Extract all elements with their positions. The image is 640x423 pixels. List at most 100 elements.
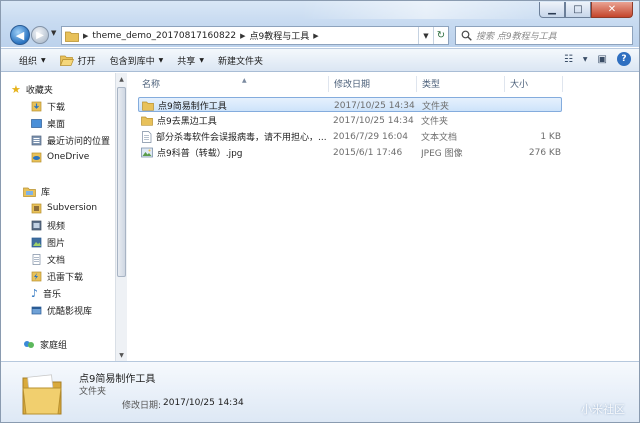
file-size: 276 KB bbox=[528, 147, 561, 158]
scroll-up-button[interactable]: ▲ bbox=[116, 73, 127, 85]
breadcrumb-item[interactable]: theme_demo_20170817160822 bbox=[92, 31, 236, 41]
library-icon bbox=[23, 187, 36, 197]
navigation-pane: ★ 收藏夹 下载 桌面 最近访问的位置 OneDrive 库 Subversio… bbox=[1, 73, 127, 361]
navigation-pane-scrollbar[interactable]: ▲ ▼ bbox=[115, 73, 127, 361]
selected-item-name: 点9简易制作工具 bbox=[79, 374, 156, 385]
column-header-name[interactable]: 名称 ▲ bbox=[142, 77, 247, 93]
file-type: JPEG 图像 bbox=[421, 149, 463, 159]
refresh-icon[interactable]: ↻ bbox=[433, 27, 448, 44]
nav-item-label: 视频 bbox=[47, 221, 66, 232]
maximize-button[interactable]: □ bbox=[565, 2, 591, 18]
desktop-icon bbox=[31, 118, 42, 128]
column-divider[interactable] bbox=[562, 76, 563, 92]
text-file-icon bbox=[142, 130, 152, 143]
chevron-down-icon: ▼ bbox=[41, 56, 46, 64]
view-options-icon[interactable]: ☷ bbox=[564, 54, 573, 65]
breadcrumb-item-current[interactable]: 点9教程与工具 bbox=[250, 29, 310, 42]
open-label: 打开 bbox=[77, 56, 96, 67]
breadcrumb-separator[interactable]: ▶ bbox=[313, 32, 318, 40]
nav-item-youku-library[interactable]: 优酷影视库 bbox=[31, 302, 92, 318]
search-box[interactable]: 搜索 点9教程与工具 bbox=[455, 26, 633, 45]
file-row[interactable]: 部分杀毒软件会误报病毒，请不用担心，... 2016/7/29 16:04 文本… bbox=[138, 129, 562, 144]
include-in-library-label: 包含到库中 bbox=[109, 56, 155, 67]
nav-item-label: 最近访问的位置 bbox=[47, 136, 111, 147]
nav-item-label: Subversion bbox=[47, 203, 98, 213]
breadcrumb-separator[interactable]: ▶ bbox=[240, 32, 245, 40]
nav-favorites[interactable]: ★ 收藏夹 bbox=[11, 81, 53, 97]
file-date: 2016/7/29 16:04 bbox=[333, 131, 408, 142]
file-size bbox=[512, 98, 562, 113]
new-folder-label: 新建文件夹 bbox=[217, 56, 263, 67]
picture-library-icon bbox=[31, 237, 42, 247]
close-button[interactable]: ✕ bbox=[591, 2, 633, 18]
file-row-selected[interactable]: 点9简易制作工具 2017/10/25 14:34 文件夹 bbox=[138, 97, 562, 112]
explorer-window: ▁ □ ✕ ◀ ▶ ▼ ▶ theme_demo_20170817160822 … bbox=[0, 0, 640, 423]
share-button[interactable]: 共享 ▼ bbox=[177, 54, 204, 67]
column-header-name-label: 名称 bbox=[142, 80, 161, 90]
file-name: 点9科普（转载）.jpg bbox=[157, 149, 243, 159]
file-name: 点9简易制作工具 bbox=[158, 102, 227, 112]
details-pane: 点9简易制作工具 文件夹 修改日期: 2017/10/25 14:34 小米社区 bbox=[1, 361, 639, 422]
scroll-down-button[interactable]: ▼ bbox=[116, 349, 127, 361]
nav-item-recent-places[interactable]: 最近访问的位置 bbox=[31, 132, 110, 148]
file-name: 点9去黑边工具 bbox=[157, 117, 217, 127]
nav-homegroup[interactable]: 家庭组 bbox=[23, 336, 67, 352]
nav-item-desktop[interactable]: 桌面 bbox=[31, 115, 65, 131]
video-library-icon bbox=[31, 220, 42, 230]
title-bar-reflection bbox=[301, 1, 551, 19]
file-row[interactable]: 点9去黑边工具 2017/10/25 14:34 文件夹 bbox=[138, 113, 562, 128]
column-header-size[interactable]: 大小 bbox=[510, 77, 528, 93]
nav-item-onedrive[interactable]: OneDrive bbox=[31, 149, 89, 165]
file-name-cell: 点9去黑边工具 bbox=[141, 113, 331, 128]
breadcrumb-separator[interactable]: ▶ bbox=[83, 32, 88, 40]
column-divider[interactable] bbox=[416, 76, 417, 92]
nav-item-documents[interactable]: 文档 bbox=[31, 251, 65, 267]
nav-item-subversion[interactable]: Subversion bbox=[31, 200, 97, 216]
column-header-type[interactable]: 类型 bbox=[422, 77, 440, 93]
window-controls: ▁ □ ✕ bbox=[539, 2, 633, 18]
include-in-library-button[interactable]: 包含到库中 ▼ bbox=[110, 54, 164, 67]
open-button[interactable]: 打开 bbox=[59, 54, 96, 67]
file-size: 1 KB bbox=[540, 131, 561, 142]
file-name-cell: 点9科普（转载）.jpg bbox=[141, 145, 331, 160]
file-size bbox=[511, 113, 561, 128]
file-name-cell: 点9简易制作工具 bbox=[142, 98, 332, 113]
nav-item-videos[interactable]: 视频 bbox=[31, 217, 65, 233]
nav-item-downloads[interactable]: 下载 bbox=[31, 98, 65, 114]
file-type: 文件夹 bbox=[421, 117, 449, 127]
view-options-dropdown[interactable]: ▼ bbox=[583, 56, 588, 63]
recent-pages-dropdown[interactable]: ▼ bbox=[51, 29, 56, 37]
column-divider[interactable] bbox=[504, 76, 505, 92]
nav-homegroup-label: 家庭组 bbox=[40, 340, 68, 351]
folder-icon bbox=[141, 116, 153, 126]
nav-item-thunder-downloads[interactable]: 迅雷下载 bbox=[31, 268, 83, 284]
command-bar: 组织 ▼ 打开 包含到库中 ▼ 共享 ▼ 新建文件夹 ☷ ▼ ▣ ? bbox=[1, 48, 639, 72]
back-button[interactable]: ◀ bbox=[10, 25, 30, 45]
organize-button[interactable]: 组织 ▼ bbox=[19, 54, 46, 67]
preview-pane-icon[interactable]: ▣ bbox=[598, 54, 607, 65]
nav-item-label: 优酷影视库 bbox=[47, 306, 93, 317]
file-type: 文本文档 bbox=[421, 133, 458, 143]
nav-libraries[interactable]: 库 bbox=[23, 183, 50, 199]
image-file-icon bbox=[141, 147, 153, 158]
address-bar[interactable]: ▶ theme_demo_20170817160822 ▶ 点9教程与工具 ▶ … bbox=[61, 26, 449, 45]
file-row[interactable]: 点9科普（转载）.jpg 2015/6/1 17:46 JPEG 图像 276 … bbox=[138, 145, 562, 160]
nav-item-pictures[interactable]: 图片 bbox=[31, 234, 65, 250]
forward-button[interactable]: ▶ bbox=[31, 26, 49, 44]
minimize-button[interactable]: ▁ bbox=[539, 2, 565, 18]
file-list-pane: 名称 ▲ 修改日期 类型 大小 点9简易制作工具 2017/10/25 14:3… bbox=[128, 73, 639, 361]
column-divider[interactable] bbox=[328, 76, 329, 92]
modified-date-label: 修改日期: bbox=[122, 401, 162, 411]
title-bar[interactable]: ▁ □ ✕ ◀ ▶ ▼ ▶ theme_demo_20170817160822 … bbox=[1, 1, 639, 47]
scrollbar-thumb[interactable] bbox=[117, 87, 126, 277]
help-icon[interactable]: ? bbox=[617, 52, 631, 66]
new-folder-button[interactable]: 新建文件夹 bbox=[218, 54, 263, 67]
column-header-date[interactable]: 修改日期 bbox=[334, 77, 370, 93]
search-placeholder[interactable]: 搜索 点9教程与工具 bbox=[476, 29, 557, 42]
address-dropdown-button[interactable]: ▼ bbox=[418, 27, 433, 44]
modified-date-value: 2017/10/25 14:34 bbox=[163, 398, 244, 408]
folder-open-icon bbox=[59, 55, 74, 66]
nav-item-label: 图片 bbox=[47, 238, 66, 249]
nav-item-music[interactable]: ♪ 音乐 bbox=[31, 285, 61, 301]
homegroup-icon bbox=[24, 340, 34, 348]
